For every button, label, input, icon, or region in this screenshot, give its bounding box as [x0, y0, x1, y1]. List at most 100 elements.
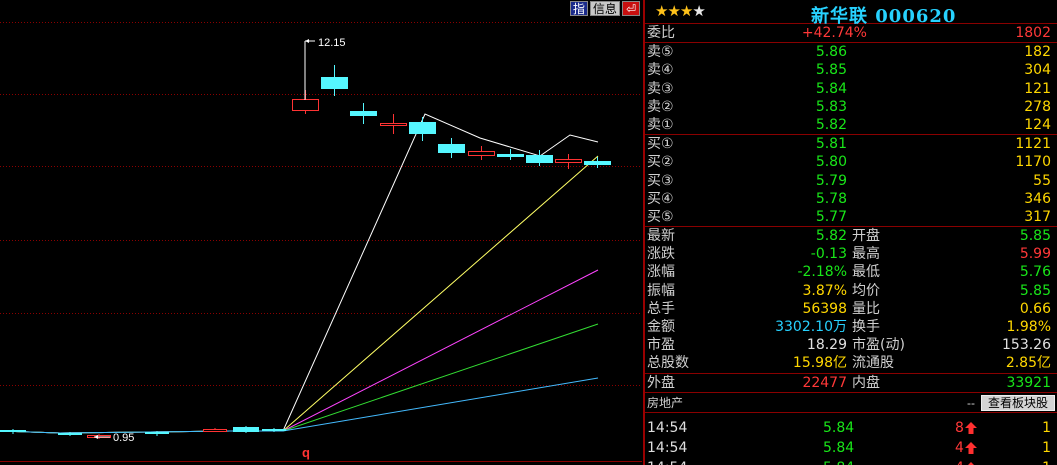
ask-volume: 124	[1024, 116, 1051, 133]
commission-value: +42.74%	[801, 25, 867, 41]
stat-row: 最新 5.82 开盘 5.85	[645, 227, 1057, 245]
stat-label: 最高	[852, 246, 880, 263]
inner-value: 33921	[1006, 374, 1051, 391]
bottom-marker: q	[302, 445, 310, 460]
tick-time: 14:54	[647, 439, 688, 456]
stat-value: 1.98%	[1006, 319, 1051, 335]
ask-volume: 182	[1024, 44, 1051, 61]
outer-label: 外盘	[647, 374, 675, 391]
bid-price: 5.78	[815, 190, 847, 207]
stat-value: -2.18%	[797, 264, 847, 281]
sector-change: --	[967, 395, 975, 410]
ask-volume: 278	[1024, 98, 1051, 115]
bid-price: 5.81	[815, 136, 847, 153]
sector-row: 房地产 -- 查看板块股	[645, 393, 1057, 413]
ask-price: 5.82	[815, 116, 847, 133]
up-arrow-icon	[965, 441, 977, 454]
tick-list[interactable]: 14:54 5.84 8 1 14:54 5.84 4 1 14:54 5.84 4 1	[645, 413, 1057, 465]
bid-volume: 1170	[1015, 154, 1051, 171]
candle-body-bear	[0, 430, 26, 432]
stat-label: 市盈	[647, 337, 675, 354]
stat-label: 换手	[852, 319, 880, 335]
stat-value: 5.85	[1019, 282, 1051, 299]
ask-row: 卖④ 5.85 304	[645, 61, 1057, 79]
stat-value: 56398	[802, 300, 847, 317]
high-arrow-icon	[305, 39, 309, 43]
bid-row: 买④ 5.78 346	[645, 190, 1057, 208]
star-filled-icon: ★	[667, 3, 680, 20]
stat-value: 3.87%	[802, 282, 847, 299]
outer-inner-row: 外盘 22477 内盘 33921	[645, 374, 1057, 392]
candle-body-bear	[321, 77, 348, 89]
candle-body-bear	[409, 122, 436, 134]
quote-panel: ★★★★ 新华联 000620 委比 +42.74% 1802 卖⑤ 5.86 18…	[643, 0, 1057, 465]
inner-label: 内盘	[852, 374, 880, 391]
up-arrow-icon	[965, 421, 977, 434]
kline-chart[interactable]: 12.15 0.95 q	[0, 0, 642, 465]
bid-label: 买③	[647, 172, 674, 189]
candle-body-bull	[468, 151, 495, 156]
ask-book: 卖⑤ 5.86 182 卖④ 5.85 304 卖③ 5.84 121 卖② 5.83 278 卖① 5.…	[645, 43, 1057, 136]
ask-price: 5.83	[815, 98, 847, 115]
candle-body-bear	[58, 433, 82, 435]
chart-toolbar: 指 信息 ⏎	[569, 1, 640, 16]
bid-price: 5.77	[815, 208, 847, 225]
stat-value: 5.85	[1019, 228, 1051, 245]
candle-body-bear	[526, 155, 553, 163]
star-rating: ★★★★	[655, 3, 706, 20]
kline-chart-pane[interactable]: 12.15 0.95 q 指 信息 ⏎	[0, 0, 642, 465]
candle-body-bull	[555, 159, 582, 163]
stat-value: 15.98亿	[792, 355, 847, 372]
high-price-label: 12.15	[318, 37, 346, 49]
stat-label: 最低	[852, 264, 880, 281]
sector-name: 房地产	[647, 395, 684, 410]
stat-row: 涨跌 -0.13 最高 5.99	[645, 245, 1057, 263]
candle-body-bear	[584, 161, 611, 165]
bid-price: 5.80	[815, 154, 847, 171]
stat-label: 总股数	[647, 355, 689, 372]
tick-volume: 8	[955, 419, 964, 436]
candle-body-bull	[203, 429, 227, 432]
view-sector-stocks-button[interactable]: 查看板块股	[980, 394, 1055, 411]
zhi-button[interactable]: 指	[569, 1, 588, 16]
candle-body-bear	[497, 154, 524, 157]
bid-volume: 55	[1033, 172, 1051, 189]
tick-volume: 4	[955, 439, 964, 456]
candle-body-bear	[350, 111, 377, 116]
bid-row: 买⑤ 5.77 317	[645, 208, 1057, 226]
ask-row: 卖③ 5.84 121	[645, 80, 1057, 98]
ask-row: 卖⑤ 5.86 182	[645, 43, 1057, 61]
stat-label: 均价	[852, 282, 880, 299]
tick-row: 14:54 5.84 4 1	[645, 438, 1057, 458]
star-filled-icon: ★	[679, 3, 693, 20]
ask-label: 卖③	[647, 80, 674, 97]
commission-volume: 1802	[1015, 25, 1051, 41]
bid-row: 买① 5.81 1121	[645, 135, 1057, 153]
stat-label: 总手	[647, 300, 675, 317]
low-price-label: 0.95	[113, 432, 134, 444]
stat-value: -0.13	[810, 246, 847, 263]
bid-volume: 317	[1024, 208, 1051, 225]
tick-time: 14:54	[647, 458, 687, 465]
quote-header: ★★★★ 新华联 000620	[645, 0, 1057, 27]
ask-label: 卖②	[647, 98, 674, 115]
commission-ratio-section: 委比 +42.74% 1802	[645, 24, 1057, 44]
tick-count: 1	[1042, 419, 1051, 436]
stat-value: 5.76	[1019, 264, 1051, 281]
info-button[interactable]: 信息	[589, 1, 620, 16]
tick-price: 5.84	[823, 458, 854, 465]
ma20-line	[0, 269, 599, 434]
ask-row: 卖② 5.83 278	[645, 98, 1057, 116]
ask-price: 5.86	[815, 44, 847, 61]
tick-price: 5.84	[823, 439, 855, 456]
exit-icon[interactable]: ⏎	[621, 1, 640, 16]
stat-label: 开盘	[852, 228, 880, 245]
bid-price: 5.79	[815, 172, 847, 189]
candlestick-series	[0, 65, 611, 439]
stat-value: 5.82	[815, 228, 847, 245]
star-empty-icon: ★	[692, 3, 705, 20]
stat-value: 18.29	[806, 337, 847, 354]
commission-ratio-row: 委比 +42.74% 1802	[645, 24, 1057, 42]
stat-label: 金额	[647, 319, 675, 335]
stat-label: 涨幅	[647, 264, 675, 281]
